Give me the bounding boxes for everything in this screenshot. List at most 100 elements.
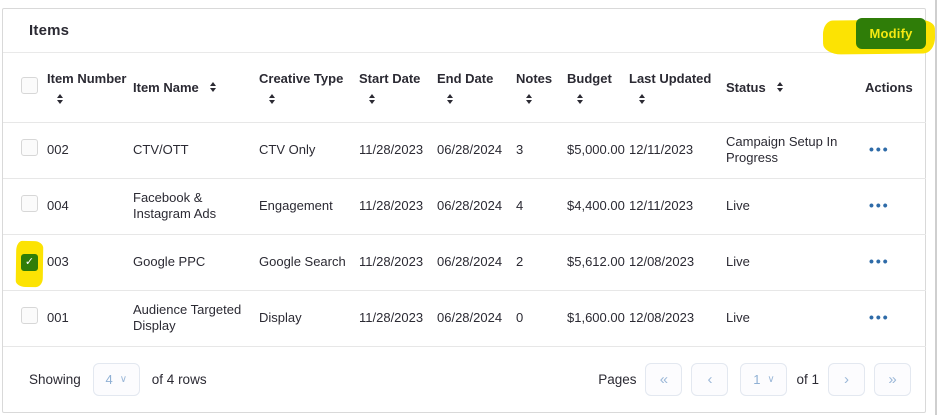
chevron-down-icon: ∨ bbox=[767, 374, 774, 385]
cell-budget: $5,000.00 bbox=[567, 122, 629, 178]
page-select[interactable]: 1 ∨ bbox=[740, 363, 787, 396]
table-row: 002 CTV/OTT CTV Only 11/28/2023 06/28/20… bbox=[3, 122, 926, 178]
cell-end-date: 06/28/2024 bbox=[437, 122, 516, 178]
showing-label: Showing bbox=[29, 372, 81, 387]
cell-status: Campaign Setup In Progress bbox=[726, 122, 862, 178]
items-table: Item Number Item Name Creative Type bbox=[3, 53, 926, 347]
cell-end-date: 06/28/2024 bbox=[437, 290, 516, 346]
col-budget-label: Budget bbox=[567, 71, 612, 86]
pages-total-label: of 1 bbox=[796, 372, 819, 387]
cell-status: Live bbox=[726, 234, 862, 290]
col-budget[interactable]: Budget bbox=[567, 53, 629, 122]
table-row: 004 Facebook & Instagram Ads Engagement … bbox=[3, 178, 926, 234]
table-row: 001 Audience Targeted Display Display 11… bbox=[3, 290, 926, 346]
page-edge-divider bbox=[935, 0, 937, 415]
col-creative-type[interactable]: Creative Type bbox=[259, 53, 359, 122]
col-status[interactable]: Status bbox=[726, 53, 862, 122]
rows-per-page-select[interactable]: 4 ∨ bbox=[93, 363, 140, 396]
row-checkbox[interactable] bbox=[21, 195, 38, 212]
col-notes[interactable]: Notes bbox=[516, 53, 567, 122]
table-body: 002 CTV/OTT CTV Only 11/28/2023 06/28/20… bbox=[3, 122, 926, 346]
table-header: Item Number Item Name Creative Type bbox=[3, 53, 926, 122]
items-panel: Items Modify Item Number bbox=[2, 8, 926, 413]
modify-button[interactable]: Modify bbox=[856, 18, 926, 49]
prev-page-button[interactable]: ‹ bbox=[691, 363, 728, 396]
cell-creative-type: Display bbox=[259, 290, 359, 346]
first-page-button[interactable]: « bbox=[645, 363, 682, 396]
col-start-date[interactable]: Start Date bbox=[359, 53, 437, 122]
cell-start-date: 11/28/2023 bbox=[359, 178, 437, 234]
chevron-down-icon: ∨ bbox=[120, 374, 127, 385]
cell-last-updated: 12/11/2023 bbox=[629, 122, 726, 178]
sort-icon[interactable] bbox=[57, 94, 63, 104]
sort-icon[interactable] bbox=[777, 82, 783, 92]
cell-start-date: 11/28/2023 bbox=[359, 290, 437, 346]
col-actions: Actions bbox=[862, 53, 926, 122]
select-all-header bbox=[3, 53, 47, 122]
select-all-checkbox[interactable] bbox=[21, 77, 38, 94]
header-row: Item Number Item Name Creative Type bbox=[3, 53, 926, 122]
cell-item-number: 001 bbox=[47, 290, 133, 346]
cell-last-updated: 12/11/2023 bbox=[629, 178, 726, 234]
cell-end-date: 06/28/2024 bbox=[437, 234, 516, 290]
sort-icon[interactable] bbox=[369, 94, 375, 104]
row-actions-button[interactable]: ••• bbox=[869, 197, 890, 213]
sort-icon[interactable] bbox=[526, 94, 532, 104]
cell-item-name: Google PPC bbox=[133, 234, 259, 290]
row-checkbox[interactable] bbox=[21, 307, 38, 324]
col-creative-type-label: Creative Type bbox=[259, 71, 343, 86]
col-last-updated-label: Last Updated bbox=[629, 71, 711, 86]
sort-icon[interactable] bbox=[269, 94, 275, 104]
cell-notes: 0 bbox=[516, 290, 567, 346]
table-row: ✓ 003 Google PPC Google Search 11/28/202… bbox=[3, 234, 926, 290]
col-item-number-label: Item Number bbox=[47, 71, 126, 86]
col-item-number[interactable]: Item Number bbox=[47, 53, 133, 122]
row-actions-button[interactable]: ••• bbox=[869, 141, 890, 157]
cell-start-date: 11/28/2023 bbox=[359, 122, 437, 178]
cell-item-number: 003 bbox=[47, 234, 133, 290]
cell-status: Live bbox=[726, 290, 862, 346]
col-item-name[interactable]: Item Name bbox=[133, 53, 259, 122]
table-footer: Showing 4 ∨ of 4 rows Pages « ‹ 1 ∨ of 1… bbox=[3, 347, 925, 413]
col-end-date[interactable]: End Date bbox=[437, 53, 516, 122]
page-value: 1 bbox=[753, 372, 760, 387]
last-page-button[interactable]: » bbox=[874, 363, 911, 396]
page-title: Items bbox=[29, 22, 69, 39]
rows-per-page-value: 4 bbox=[106, 372, 113, 387]
col-end-date-label: End Date bbox=[437, 71, 493, 86]
sort-icon[interactable] bbox=[577, 94, 583, 104]
check-icon: ✓ bbox=[25, 257, 34, 268]
cell-item-name: Facebook & Instagram Ads bbox=[133, 178, 259, 234]
col-status-label: Status bbox=[726, 80, 766, 95]
col-start-date-label: Start Date bbox=[359, 71, 420, 86]
cell-item-number: 004 bbox=[47, 178, 133, 234]
cell-budget: $1,600.00 bbox=[567, 290, 629, 346]
col-notes-label: Notes bbox=[516, 71, 552, 86]
sort-icon[interactable] bbox=[447, 94, 453, 104]
cell-last-updated: 12/08/2023 bbox=[629, 234, 726, 290]
cell-item-name: Audience Targeted Display bbox=[133, 290, 259, 346]
panel-header: Items bbox=[3, 9, 925, 53]
cell-item-number: 002 bbox=[47, 122, 133, 178]
row-actions-button[interactable]: ••• bbox=[869, 309, 890, 325]
cell-start-date: 11/28/2023 bbox=[359, 234, 437, 290]
cell-notes: 3 bbox=[516, 122, 567, 178]
rows-total-label: of 4 rows bbox=[152, 372, 207, 387]
cell-budget: $5,612.00 bbox=[567, 234, 629, 290]
sort-icon[interactable] bbox=[210, 82, 216, 92]
cell-creative-type: Engagement bbox=[259, 178, 359, 234]
cell-creative-type: CTV Only bbox=[259, 122, 359, 178]
col-last-updated[interactable]: Last Updated bbox=[629, 53, 726, 122]
col-item-name-label: Item Name bbox=[133, 80, 199, 95]
pages-label: Pages bbox=[598, 372, 636, 387]
next-page-button[interactable]: › bbox=[828, 363, 865, 396]
col-actions-label: Actions bbox=[865, 80, 913, 95]
row-checkbox[interactable] bbox=[21, 139, 38, 156]
sort-icon[interactable] bbox=[639, 94, 645, 104]
row-actions-button[interactable]: ••• bbox=[869, 253, 890, 269]
cell-notes: 2 bbox=[516, 234, 567, 290]
cell-status: Live bbox=[726, 178, 862, 234]
row-checkbox-checked[interactable]: ✓ bbox=[21, 254, 38, 271]
cell-budget: $4,400.00 bbox=[567, 178, 629, 234]
cell-item-name: CTV/OTT bbox=[133, 122, 259, 178]
